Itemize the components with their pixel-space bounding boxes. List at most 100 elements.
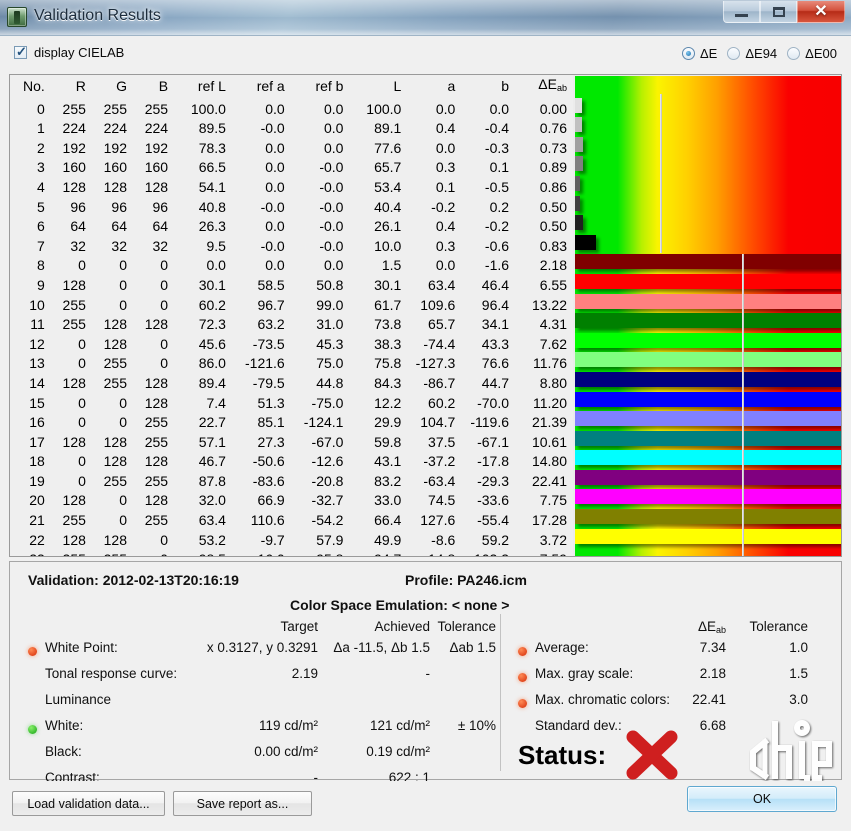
table-row[interactable]: 0 255 255 255 100.0 0.0 0.0 100.0 0.0 0.0 0.00	[10, 100, 573, 120]
table-cell: 255	[92, 550, 133, 556]
table-row[interactable]: 17 128 128 255 57.1 27.3 -67.0 59.8 37.5 -67.1 10.…	[10, 433, 573, 453]
display-cielab-checkbox[interactable]: display CIELAB	[14, 44, 124, 60]
table-cell: -8.6	[431, 531, 456, 548]
chart-bar	[575, 117, 582, 133]
table-cell: 128	[62, 276, 86, 293]
table-row[interactable]: 21 255 0 255 63.4 110.6 -54.2 66.4 127.6 -55.4 17.…	[10, 511, 573, 531]
table-row[interactable]: 12 0 128 0 45.6 -73.5 45.3 38.3 -74.4 43.3 7.62	[10, 335, 573, 355]
table-cell: 7.59	[515, 550, 573, 556]
radio-delta-e[interactable]: ΔE	[681, 46, 718, 61]
table-cell: 128	[103, 178, 127, 195]
minimize-button[interactable]	[723, 1, 760, 23]
table-cell: 57.9	[316, 531, 344, 548]
chart-bar-row	[575, 76, 841, 96]
table-cell: -17.8	[477, 453, 510, 470]
table-cell: 61.7	[374, 296, 402, 313]
load-validation-data-button[interactable]: Load validation data...	[12, 791, 165, 816]
table-row[interactable]: 5 96 96 96 40.8 -0.0 -0.0 40.4 -0.2 0.2 0.50	[10, 198, 573, 218]
table-row[interactable]: 7 32 32 32 9.5 -0.0 -0.0 10.0 0.3 -0.6 0.83	[10, 237, 573, 257]
table-cell: -67.0	[311, 433, 344, 450]
table-row[interactable]: 19 0 255 255 87.8 -83.6 -20.8 83.2 -63.4 -29.3 22.…	[10, 472, 573, 492]
summary-row-label: Max. gray scale:	[535, 666, 634, 681]
table-cell: 11.20	[533, 394, 567, 411]
table-row[interactable]: 23255255098.5-16.095.894.7-14.8102.37.59	[10, 550, 573, 556]
chart-bar	[575, 509, 841, 525]
radio-delta-e-label: ΔE	[699, 46, 718, 61]
chart-bar-row	[575, 390, 841, 410]
maximize-button[interactable]	[760, 1, 797, 23]
table-cell: -73.5	[252, 335, 285, 352]
table-cell: 128	[144, 394, 169, 411]
right-stats-header-row: ΔEab Tolerance	[518, 619, 828, 640]
table-row[interactable]: 10 255 0 0 60.2 96.7 99.0 61.7 109.6 96.4 13.22	[10, 296, 573, 316]
header-tolerance: Tolerance	[437, 619, 496, 634]
table-row[interactable]: 6 64 64 64 26.3 0.0 -0.0 26.1 0.4 -0.2 0.50	[10, 217, 573, 237]
table-cell: 192	[103, 139, 127, 156]
summary-row-tolerance: ± 10%	[457, 718, 496, 733]
chart-bar	[575, 97, 583, 113]
table-cell: 0.4	[435, 120, 456, 137]
table-row[interactable]: 22 128 128 0 53.2 -9.7 57.9 49.9 -8.6 59.2 3.72	[10, 531, 573, 551]
table-cell: 10.0	[374, 237, 402, 254]
radio-delta-e94[interactable]: ΔE94	[727, 46, 777, 61]
chart-bar	[575, 175, 580, 191]
table-row[interactable]: 18 0 128 128 46.7 -50.6 -12.6 43.1 -37.2 -17.8 14.…	[10, 452, 573, 472]
table-cell: -50.6	[252, 453, 285, 470]
table-row[interactable]: 11 255 128 128 72.3 63.2 31.0 73.8 65.7 34.1 4.31	[10, 315, 573, 335]
table-cell: 0	[119, 414, 127, 431]
table-cell: 86.0	[198, 355, 226, 372]
radio-delta-e00[interactable]: ΔE00	[787, 46, 837, 61]
table-row[interactable]: 20 128 0 128 32.0 66.9 -32.7 33.0 74.5 -33.6 7.75	[10, 491, 573, 511]
table-cell: 3	[37, 159, 45, 176]
column-header-g: G	[116, 78, 127, 94]
table-cell: 0.0	[435, 139, 456, 156]
summary-row-label: Luminance	[45, 692, 112, 707]
table-row[interactable]: 1 224 224 224 89.5 -0.0 0.0 89.1 0.4 -0.4 0.76	[10, 119, 573, 139]
table-row[interactable]: 4 128 128 128 54.1 0.0 -0.0 53.4 0.1 -0.5 0.86	[10, 178, 573, 198]
table-row[interactable]: 8 0 0 0 0.0 0.0 0.0 1.5 0.0 -1.6 2.18	[10, 256, 573, 276]
table-cell: 5	[37, 198, 45, 215]
table-row[interactable]: 9 128 0 0 30.1 58.5 50.8 30.1 63.4 46.4 6.55	[10, 276, 573, 296]
chart-bar	[575, 332, 841, 348]
ok-button[interactable]: OK	[687, 786, 837, 812]
table-cell: -0.0	[319, 198, 344, 215]
table-cell: 0.50	[539, 198, 567, 215]
table-row[interactable]: 15 0 0 128 7.4 51.3 -75.0 12.2 60.2 -70.0 11.20	[10, 394, 573, 414]
table-row[interactable]: 14 128 255 128 89.4 -79.5 44.8 84.3 -86.7 44.7 8.8…	[10, 374, 573, 394]
table-row[interactable]: 3 160 160 160 66.5 0.0 -0.0 65.7 0.3 0.1 0.89	[10, 158, 573, 178]
save-report-as-button[interactable]: Save report as...	[173, 791, 312, 816]
table-row[interactable]: 2 192 192 192 78.3 0.0 0.0 77.6 0.0 -0.3 0.73	[10, 139, 573, 159]
chart-bar-row	[575, 154, 841, 174]
table-cell: 49.9	[374, 531, 402, 548]
table-cell: 7.4	[206, 394, 226, 411]
table-row[interactable]: 13 0 255 0 86.0 -121.6 75.0 75.8 -127.3 76.6 11.76	[10, 354, 573, 374]
table-cell: -0.0	[319, 237, 344, 254]
chart-bar-row	[575, 370, 841, 390]
table-cell: 128	[62, 492, 86, 509]
cse-label: Color Space Emulation:	[290, 597, 448, 613]
summary-row-target: 2.19	[291, 666, 318, 681]
table-cell: 0.0	[435, 100, 456, 117]
summary-row-achieved: -	[425, 666, 431, 681]
table-cell: 160	[103, 159, 127, 176]
table-cell: -9.7	[260, 531, 285, 548]
table-cell: 255	[51, 550, 92, 556]
summary-row-target: 119 cd/m²	[258, 718, 318, 733]
table-cell: 89.1	[374, 120, 402, 137]
table-cell: 10	[29, 296, 45, 313]
validation-timestamp: Validation: 2012-02-13T20:16:19	[28, 572, 239, 588]
chart-bar-row	[575, 429, 841, 449]
table-cell: -63.4	[423, 472, 456, 489]
close-button[interactable]: ✕	[797, 1, 845, 23]
measurements-table-container[interactable]: No. R G B ref L ref a ref b L a b ΔEab 0…	[10, 75, 573, 556]
table-cell: 128	[103, 316, 127, 333]
table-cell: 85.1	[257, 414, 285, 431]
table-row[interactable]: 16 0 0 255 22.7 85.1 -124.1 29.9 104.7 -119.6 21.3…	[10, 413, 573, 433]
table-cell: 75.0	[316, 355, 344, 372]
table-cell: 8	[37, 257, 45, 274]
table-cell: 11	[30, 316, 45, 333]
profile-info: Profile: PA246.icm	[405, 572, 527, 588]
table-cell: 128	[62, 374, 86, 391]
table-cell: 89.5	[198, 120, 226, 137]
table-cell: -0.5	[484, 178, 510, 195]
